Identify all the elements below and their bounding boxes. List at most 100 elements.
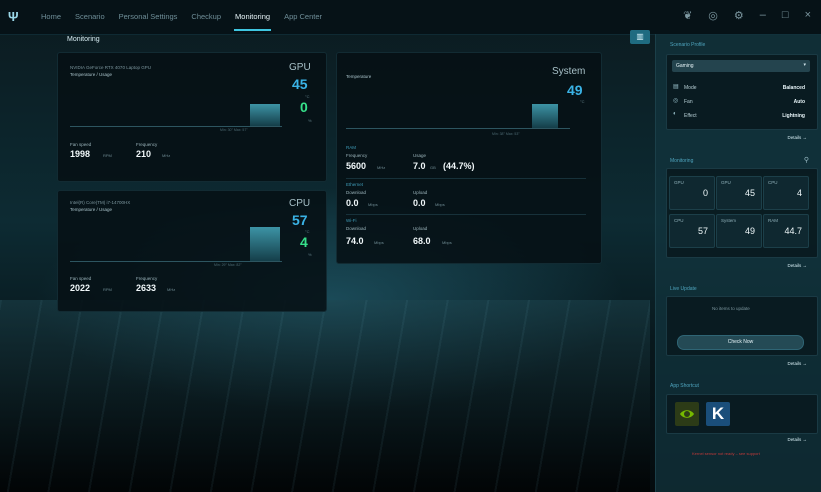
cpu-usage-unit: %: [308, 252, 312, 257]
ram-freq-value: 5600: [346, 161, 367, 171]
scenario-details-link[interactable]: Details →: [787, 135, 807, 140]
wifi-download-value: 74.0: [346, 236, 364, 246]
monitor-tile-ram: RAM 44.7: [763, 214, 809, 248]
tile-label: RAM: [768, 218, 778, 223]
gpu-subtitle: Temperature / Usage: [70, 72, 113, 77]
monitor-tile-cpu-temp: CPU 57: [669, 214, 715, 248]
gpu-name: NVIDIA GeForce RTX 4070 Laptop GPU: [70, 65, 151, 70]
monitor-tile-system-temp: System 49: [716, 214, 762, 248]
ram-usage-unit: GB: [430, 165, 436, 170]
predator-logo-icon: Ψ: [8, 9, 19, 24]
tab-home[interactable]: Home: [34, 0, 68, 34]
gpu-fan-label: Fan speed: [70, 142, 92, 147]
tab-checkup[interactable]: Checkup: [184, 0, 228, 34]
search-icon[interactable]: ⚲: [804, 156, 809, 164]
cpu-temp-value: 57: [292, 212, 308, 228]
app-shortcut-details-link[interactable]: Details →: [787, 437, 807, 442]
cpu-freq-value: 2633: [136, 283, 157, 293]
system-label: System: [552, 66, 586, 77]
cpu-graph-fill: [250, 227, 280, 261]
wifi-upload-unit: Mbps: [442, 240, 452, 245]
tile-value: 44.7: [784, 226, 802, 236]
wifi-download-label: Download: [346, 226, 367, 231]
scenario-title: Scenario Profile: [670, 42, 706, 48]
cpu-fan-value: 2022: [70, 283, 91, 293]
ethernet-upload-value: 0.0: [413, 198, 426, 208]
effect-label: Effect: [684, 113, 697, 119]
mode-icon: ▤: [673, 84, 679, 90]
cpu-usage-value: 4: [300, 234, 308, 250]
page-title: Monitoring: [67, 36, 100, 43]
gpu-usage-value: 0: [300, 99, 308, 115]
gpu-graph-axis: Min: 30° Max: 57°: [220, 128, 248, 132]
close-icon[interactable]: ×: [805, 9, 811, 22]
tile-label: GPU: [674, 180, 684, 185]
system-graph-fill: [532, 104, 558, 128]
scenario-selected: Gaming: [676, 63, 694, 69]
tile-value: 0: [702, 188, 708, 198]
top-bar: Ψ Home Scenario Personal Settings Checku…: [0, 0, 821, 35]
cpu-fan-unit: RPM: [103, 287, 112, 292]
cpu-label: CPU: [289, 198, 311, 209]
live-update-title: Live Update: [670, 286, 697, 292]
check-now-button[interactable]: Check Now: [677, 335, 804, 350]
cpu-fan-label: Fan speed: [70, 276, 92, 281]
gpu-freq-unit: MHz: [162, 153, 171, 158]
tab-personal-settings[interactable]: Personal Settings: [112, 0, 185, 34]
monitor-tile-gpu-usage: GPU 0: [669, 176, 715, 210]
ram-freq-unit: MHz: [377, 165, 386, 170]
monitor-tile-cpu-usage: CPU 4: [763, 176, 809, 210]
window-controls: ❦ ◎ ⚙ – □ ×: [683, 9, 811, 22]
wifi-download-unit: Mbps: [374, 240, 384, 245]
app-shortcut-title: App Shortcut: [670, 383, 699, 389]
ram-title: RAM: [346, 145, 356, 150]
live-update-message: No items to update: [712, 306, 750, 311]
mode-label: Mode: [684, 85, 697, 91]
effect-value[interactable]: Lightning: [782, 113, 805, 119]
gpu-usage-unit: %: [308, 118, 312, 123]
nvidia-app-icon[interactable]: [675, 402, 699, 426]
gpu-fan-value: 1998: [70, 149, 91, 159]
tile-label: GPU: [721, 180, 731, 185]
ram-usage-value: 7.0: [413, 161, 426, 171]
tile-label: System: [721, 218, 737, 223]
minimize-icon[interactable]: –: [760, 9, 766, 22]
ethernet-upload-label: Upload: [413, 190, 428, 195]
tile-label: CPU: [768, 180, 778, 185]
tile-value: 45: [744, 188, 755, 198]
monitoring-details-link[interactable]: Details →: [787, 263, 807, 268]
gpu-temp-graph: [70, 80, 282, 127]
tab-app-center[interactable]: App Center: [277, 0, 329, 34]
system-divider-2: [346, 214, 586, 215]
gpu-freq-label: Frequency: [136, 142, 158, 147]
collapse-panel-button[interactable]: ▥: [630, 30, 650, 44]
k-app-glyph: K: [711, 404, 725, 423]
gpu-temp-value: 45: [292, 76, 308, 92]
ram-usage-percent: (44.7%): [443, 161, 475, 171]
live-update-details-link[interactable]: Details →: [787, 361, 807, 366]
scenario-select[interactable]: Gaming ▾: [672, 60, 810, 72]
fan-icon: ◎: [673, 98, 679, 104]
restore-icon[interactable]: □: [782, 9, 789, 22]
headset-icon[interactable]: ◎: [708, 9, 718, 22]
tile-value: 4: [796, 188, 802, 198]
ethernet-download-unit: Mbps: [368, 202, 378, 207]
tile-value: 49: [744, 226, 755, 236]
gpu-graph-fill: [250, 104, 280, 126]
cpu-freq-label: Frequency: [136, 276, 158, 281]
effect-icon: ◐: [673, 111, 677, 117]
monitor-tile-gpu-temp: GPU 45: [716, 176, 762, 210]
tab-scenario[interactable]: Scenario: [68, 0, 112, 34]
chevron-down-icon: ▾: [803, 62, 806, 68]
ram-freq-label: Frequency: [346, 153, 368, 158]
tab-monitoring[interactable]: Monitoring: [228, 0, 277, 34]
k-app-icon[interactable]: K: [706, 402, 730, 426]
gear-icon[interactable]: ⚙: [734, 9, 744, 22]
mode-value[interactable]: Balanced: [783, 85, 805, 91]
system-subtitle: Temperature: [346, 74, 372, 79]
cpu-temp-graph: [70, 215, 282, 262]
fan-value[interactable]: Auto: [794, 99, 805, 105]
cpu-name: Intel(R) Core(TM) i7-14700HX: [70, 200, 131, 205]
save-icon[interactable]: ❦: [683, 9, 692, 22]
background-road: [0, 300, 650, 492]
